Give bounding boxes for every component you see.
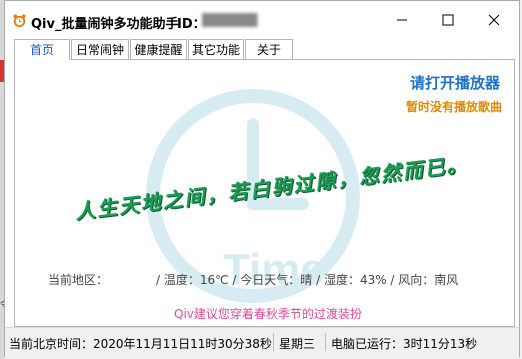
status-bar: 当前北京时间：2020年11月11日11时30分38秒 星期三 电脑已运行：3时… [5,327,519,357]
status-separator [273,333,274,351]
tab-daily-alarm[interactable]: 日常闹钟 [71,39,129,60]
weather-region: 当前地区： [48,273,109,287]
now-playing-status: 暂时没有播放歌曲 [405,100,502,114]
status-separator [325,333,326,351]
close-button[interactable] [471,5,517,35]
beijing-time: 当前北京时间：2020年11月11日11时30分38秒 [9,337,272,351]
app-window: Qiv_批量闹钟多功能助手 ID： ██████ 首页 日常闹钟 健康提醒 其它… [4,0,520,357]
id-value-redacted: ██████ [202,13,258,27]
home-panel: Time 请打开播放器 暂时没有播放歌曲 人生天地之间，若白驹过隙，忽然而已。 … [14,59,515,327]
window-title: Qiv_批量闹钟多功能助手 [31,17,179,32]
tab-home[interactable]: 首页 [14,39,70,60]
minimize-icon [397,19,407,21]
minimize-button[interactable] [379,5,425,35]
maximize-button[interactable] [425,5,471,35]
clothing-tip: Qiv建议您穿着春秋季节的过渡装扮 [174,307,362,321]
tab-other-functions[interactable]: 其它功能 [188,39,244,60]
maximize-icon [442,14,454,26]
open-player-link[interactable]: 请打开播放器 [410,72,500,93]
computer-uptime: 电脑已运行：3时11分13秒 [331,337,478,351]
title-bar[interactable]: Qiv_批量闹钟多功能助手 ID： ██████ [5,1,519,39]
weather-detail: / 温度：16℃ / 今日天气：晴 / 湿度：43% / 风向：南风 [156,273,459,287]
weekday: 星期三 [279,337,316,351]
close-icon [488,14,500,26]
alarm-clock-icon [13,14,26,28]
tab-health-reminder[interactable]: 健康提醒 [130,39,187,60]
tab-about[interactable]: 关于 [245,39,293,60]
